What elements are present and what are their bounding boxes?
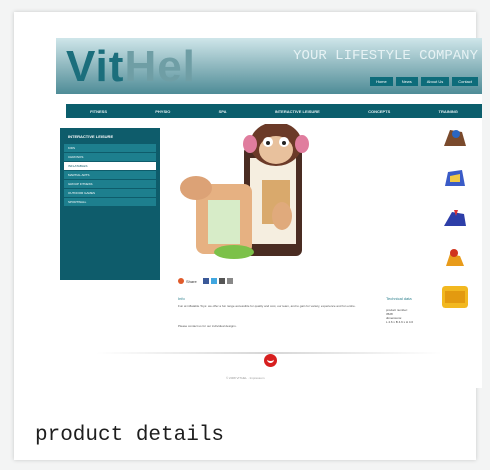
slogan: YOUR LIFESTYLE COMPANY <box>293 48 478 64</box>
thumb-4[interactable] <box>442 246 468 268</box>
facebook-icon[interactable] <box>202 278 209 284</box>
caption: product details <box>35 424 225 447</box>
top-link-contact[interactable]: Contact <box>452 77 478 86</box>
site-logo[interactable]: VitHel <box>66 42 196 92</box>
info-heading: Info <box>178 296 185 301</box>
share-label[interactable]: Share <box>186 279 197 284</box>
sidebar-item-kids[interactable]: KIDS <box>64 144 156 152</box>
monkey-bouncer-graphic <box>180 122 309 259</box>
product-image-monkey-bouncer[interactable] <box>174 122 312 266</box>
item-card[interactable]: VitHel YOUR LIFESTYLE COMPANY Home News … <box>14 12 482 460</box>
thumb-5[interactable] <box>442 286 468 308</box>
info-text-2: Please contact us for our individual des… <box>178 324 237 328</box>
share-bar: Share <box>178 278 233 284</box>
sidebar-item-chronos[interactable]: CHRONOS <box>64 153 156 161</box>
top-link-about[interactable]: About Us <box>420 77 450 86</box>
technical-data-heading: Technical data <box>386 296 412 301</box>
dimensions-value: L 4.6 x B 4.6 x H 4.6 <box>386 320 414 324</box>
thumb-3[interactable] <box>442 206 468 228</box>
sidebar: INTERACTIVE LEISURE KIDS CHRONOS INFLATA… <box>60 128 160 280</box>
nav-item-concepts[interactable]: CONCEPTS <box>368 109 390 114</box>
product-thumbnails <box>442 126 472 308</box>
email-icon[interactable] <box>218 278 225 284</box>
info-text: Fun at inflatable Toys: we offer a fun r… <box>178 304 356 308</box>
top-link-news[interactable]: News <box>395 77 418 86</box>
sidebar-title: INTERACTIVE LEISURE <box>68 134 114 139</box>
top-links: Home News About Us Contact <box>367 77 478 86</box>
technical-data-list: product number: 3528 dimensions: L 4.6 x… <box>386 308 413 324</box>
site-header: VitHel YOUR LIFESTYLE COMPANY Home News … <box>56 38 482 94</box>
thumb-2[interactable] <box>442 166 468 188</box>
nav-item-physio[interactable]: PHYSIO <box>155 109 170 114</box>
nav-item-interactive-leisure[interactable]: INTERACTIVE LEISURE <box>275 109 320 114</box>
nav-item-training[interactable]: TRAINING <box>439 109 458 114</box>
print-icon[interactable] <box>226 278 233 284</box>
share-icon[interactable] <box>178 278 184 284</box>
twitter-icon[interactable] <box>210 278 217 284</box>
brand-badge-icon[interactable] <box>264 354 277 367</box>
nav-item-fitness[interactable]: FITNESS <box>90 109 107 114</box>
thumb-1[interactable] <box>442 126 468 148</box>
logo-text-part1: Vit <box>66 42 125 91</box>
main-nav: FITNESS PHYSIO SPA INTERACTIVE LEISURE C… <box>66 104 482 118</box>
sidebar-item-outdoor-games[interactable]: OUTDOOR GAMES <box>64 189 156 197</box>
footer-copyright: © 2008 VITHEL · Impressum <box>226 376 265 380</box>
sidebar-item-martial-arts[interactable]: MARTIAL ARTS <box>64 171 156 179</box>
website-screenshot: VitHel YOUR LIFESTYLE COMPANY Home News … <box>56 38 482 388</box>
top-link-home[interactable]: Home <box>370 77 393 86</box>
logo-text-part2: Hel <box>124 42 196 91</box>
sidebar-item-group-fitness[interactable]: GROUP FITNESS <box>64 180 156 188</box>
sidebar-item-inflatables[interactable]: INFLATABLES <box>64 162 156 170</box>
nav-item-spa[interactable]: SPA <box>219 109 227 114</box>
sidebar-item-sportwall[interactable]: SPORTWALL <box>64 198 156 206</box>
